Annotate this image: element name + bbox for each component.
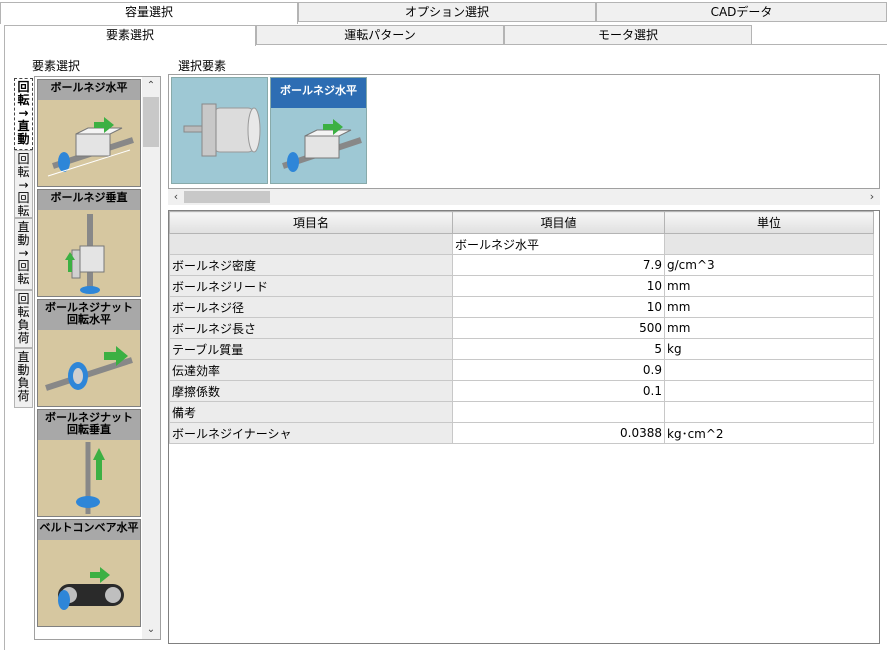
col-header-item-value[interactable]: 項目値 — [452, 211, 665, 234]
col-header-item-name[interactable]: 項目名 — [169, 211, 453, 234]
table-row[interactable]: 伝達効率 0.9 — [169, 359, 874, 381]
ball-screw-horizontal-icon — [282, 119, 362, 172]
table-row[interactable]: 備考 — [169, 401, 874, 423]
table-row[interactable]: ボールネジ長さ 500 mm — [169, 317, 874, 339]
tab-cad-data[interactable]: CADデータ — [596, 2, 887, 22]
row-name: 伝達効率 — [169, 359, 453, 381]
selected-ball-screw-horizontal[interactable]: ボールネジ水平 — [270, 77, 367, 184]
row-value[interactable]: 500 — [452, 317, 665, 339]
vtab-linear-load[interactable]: 直動負荷 — [14, 348, 33, 408]
row-unit — [664, 359, 874, 381]
tab-element-selection[interactable]: 要素選択 — [4, 25, 256, 46]
property-table: 項目名 項目値 単位 ボールネジ水平 ボールネジ密度 7.9 g/cm^3 ボールネ… — [169, 211, 874, 444]
element-ball-screw-vertical[interactable]: ボールネジ垂直 — [37, 189, 141, 297]
row-value[interactable]: 0.9 — [452, 359, 665, 381]
row-unit: mm — [664, 275, 874, 297]
row-unit: mm — [664, 296, 874, 318]
table-row[interactable]: ボールネジ密度 7.9 g/cm^3 — [169, 254, 874, 276]
vtab-rotation-to-linear[interactable]: 回転→直動 — [14, 78, 33, 150]
tab-capacity-selection[interactable]: 容量選択 — [0, 2, 298, 24]
table-row[interactable]: ボールネジ径 10 mm — [169, 296, 874, 318]
col-header-unit[interactable]: 単位 — [664, 211, 874, 234]
table-row[interactable]: テーブル質量 5 kg — [169, 338, 874, 360]
row-unit: kg — [664, 338, 874, 360]
vtab-rotation-load[interactable]: 回転負荷 — [14, 290, 33, 348]
group-name — [169, 233, 453, 255]
element-belt-conveyor-horizontal[interactable]: ベルトコンベア水平 — [37, 519, 141, 627]
element-ball-screw-horizontal[interactable]: ボールネジ水平 — [37, 79, 141, 187]
property-grid: 項目名 項目値 単位 ボールネジ水平 ボールネジ密度 7.9 g/cm^3 ボールネ… — [168, 210, 880, 644]
row-value[interactable]: 0.0388 — [452, 422, 665, 444]
table-row[interactable]: ボールネジイナーシャ 0.0388 kg･cm^2 — [169, 422, 874, 444]
row-unit — [664, 401, 874, 423]
element-label: ボールネジ垂直 — [38, 190, 140, 210]
scroll-left-icon[interactable]: ‹ — [168, 189, 184, 205]
belt-conveyor-horizontal-icon — [58, 567, 124, 610]
table-row[interactable]: ボールネジリード 10 mm — [169, 275, 874, 297]
scrollbar-thumb[interactable] — [143, 97, 159, 147]
scroll-down-icon[interactable]: ⌄ — [142, 621, 160, 639]
row-name: ボールネジ長さ — [169, 317, 453, 339]
tab-operation-pattern[interactable]: 運転パターン — [256, 25, 504, 45]
element-label: ボールネジ水平 — [38, 80, 140, 100]
ball-nut-rotation-vertical-icon — [76, 442, 105, 514]
row-name: 備考 — [169, 401, 453, 423]
group-row: ボールネジ水平 — [169, 233, 874, 255]
tab-option-selection[interactable]: オプション選択 — [298, 2, 596, 22]
motor-icon — [183, 103, 261, 157]
ball-screw-vertical-icon — [65, 214, 105, 294]
row-value[interactable]: 10 — [452, 275, 665, 297]
selected-motor[interactable] — [171, 77, 268, 184]
scrollbar-thumb[interactable] — [184, 191, 270, 203]
element-label: ボールネジナット 回転水平 — [38, 300, 140, 330]
ball-screw-horizontal-icon — [47, 117, 134, 177]
row-value[interactable]: 0.1 — [452, 380, 665, 402]
element-list-scrollbar[interactable]: ⌃ ⌄ — [142, 77, 160, 639]
row-name: テーブル質量 — [169, 338, 453, 360]
group-value: ボールネジ水平 — [452, 233, 665, 255]
element-list: ボールネジ水平 ボールネジ垂直 ボールネジナット 回転水平 ボールネジナット 回… — [34, 76, 161, 640]
selected-elements-scrollbar[interactable]: ‹ › — [168, 189, 880, 205]
row-value[interactable]: 10 — [452, 296, 665, 318]
selected-element-caption: ボールネジ水平 — [271, 78, 366, 108]
row-name: ボールネジリード — [169, 275, 453, 297]
row-value[interactable]: 5 — [452, 338, 665, 360]
row-value[interactable] — [452, 401, 665, 423]
scroll-right-icon[interactable]: › — [864, 189, 880, 205]
element-label: ベルトコンベア水平 — [38, 520, 140, 540]
table-header-row: 項目名 項目値 単位 — [169, 211, 874, 234]
row-name: 摩擦係数 — [169, 380, 453, 402]
tab-motor-selection[interactable]: モータ選択 — [504, 25, 752, 45]
row-name: ボールネジイナーシャ — [169, 422, 453, 444]
row-unit: g/cm^3 — [664, 254, 874, 276]
row-unit: kg･cm^2 — [664, 422, 874, 444]
row-value[interactable]: 7.9 — [452, 254, 665, 276]
group-unit — [664, 233, 874, 255]
scroll-up-icon[interactable]: ⌃ — [142, 77, 160, 95]
element-select-label: 要素選択 — [32, 59, 81, 73]
selected-elements-label: 選択要素 — [178, 59, 227, 73]
element-ball-nut-rotation-horizontal[interactable]: ボールネジナット 回転水平 — [37, 299, 141, 407]
row-name: ボールネジ密度 — [169, 254, 453, 276]
selected-elements-panel: ボールネジ水平 — [168, 74, 880, 189]
element-ball-nut-rotation-vertical[interactable]: ボールネジナット 回転垂直 — [37, 409, 141, 517]
row-name: ボールネジ径 — [169, 296, 453, 318]
element-label: ボールネジナット 回転垂直 — [38, 410, 140, 440]
ball-nut-rotation-horizontal-icon — [45, 346, 133, 391]
row-unit — [664, 380, 874, 402]
vtab-rotation-to-rotation[interactable]: 回転→回転 — [14, 150, 33, 218]
vtab-linear-to-rotation[interactable]: 直動→回転 — [14, 218, 33, 290]
table-row[interactable]: 摩擦係数 0.1 — [169, 380, 874, 402]
row-unit: mm — [664, 317, 874, 339]
